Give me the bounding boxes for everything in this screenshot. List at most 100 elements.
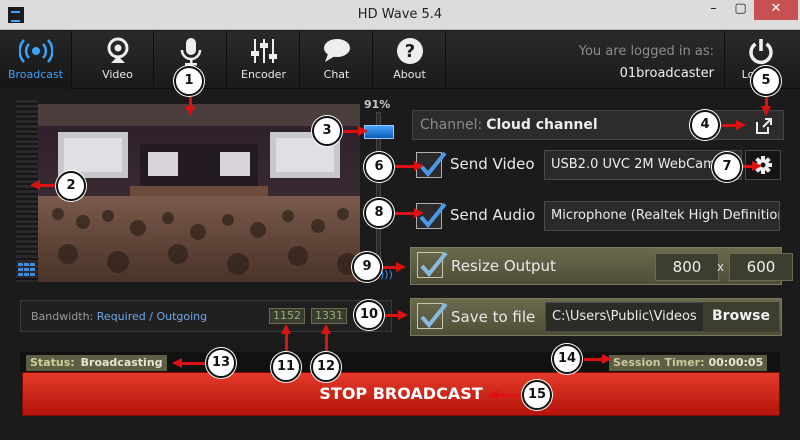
username-label: 01broadcaster bbox=[619, 66, 714, 81]
microphone-icon bbox=[180, 38, 201, 66]
window-title: HD Wave 5.4 bbox=[357, 7, 443, 22]
callout-10: 10 bbox=[354, 300, 384, 330]
audio-meter-icon bbox=[18, 263, 35, 276]
dimension-separator: x bbox=[717, 260, 725, 274]
stop-broadcast-button[interactable]: STOP BROADCAST bbox=[22, 372, 780, 416]
bandwidth-required-value: 1152 bbox=[269, 308, 305, 324]
callout-4: 4 bbox=[690, 110, 720, 140]
callout-arrow-7-head bbox=[752, 161, 762, 171]
save-to-file-row: Save to file C:\Users\Public\Videos Brow… bbox=[410, 298, 782, 336]
callout-14: 14 bbox=[552, 344, 582, 374]
callout-arrow-8 bbox=[392, 212, 416, 215]
output-width-input[interactable]: 800 bbox=[655, 253, 719, 281]
callout-arrow-14-head bbox=[602, 354, 612, 364]
close-button[interactable]: ✕ bbox=[754, 0, 798, 20]
callout-8: 8 bbox=[364, 198, 394, 228]
minimize-button[interactable]: – bbox=[700, 0, 727, 20]
callout-15: 15 bbox=[522, 380, 552, 410]
callout-arrow-2 bbox=[38, 184, 56, 187]
callout-1: 1 bbox=[174, 66, 204, 96]
resize-output-label: Resize Output bbox=[451, 257, 556, 275]
timer-value: 00:00:05 bbox=[708, 356, 764, 369]
volume-waves-icon: ))) bbox=[380, 268, 393, 281]
nav-video[interactable]: Video bbox=[82, 31, 154, 89]
send-video-label: Send Video bbox=[450, 155, 535, 173]
callout-arrow-4-head bbox=[736, 120, 746, 130]
nav-about[interactable]: ? About bbox=[374, 31, 446, 89]
broadcast-icon bbox=[18, 39, 53, 63]
bandwidth-required-label: Required bbox=[96, 310, 146, 323]
callout-7: 7 bbox=[712, 152, 742, 182]
title-bar: HD Wave 5.4 – ▢ ✕ bbox=[0, 0, 800, 30]
save-to-file-checkbox[interactable] bbox=[417, 302, 448, 329]
callout-arrow-9-head bbox=[396, 262, 406, 272]
send-audio-row: Send Audio Microphone (Realtek High Defi… bbox=[410, 199, 782, 233]
callout-arrow-6-head bbox=[414, 161, 424, 171]
nav-encoder[interactable]: Encoder bbox=[228, 31, 300, 89]
volume-slider[interactable] bbox=[364, 112, 394, 272]
bandwidth-outgoing-value: 1331 bbox=[311, 308, 347, 324]
nav-about-label: About bbox=[393, 68, 426, 81]
maximize-button[interactable]: ▢ bbox=[727, 0, 754, 20]
session-timer: Session Timer: 00:00:05 bbox=[609, 355, 768, 371]
callout-12: 12 bbox=[311, 352, 341, 382]
save-path-field[interactable]: C:\Users\Public\Videos bbox=[545, 302, 705, 332]
callout-arrow-2-head bbox=[30, 180, 40, 190]
bandwidth-panel: Bandwidth: Required / Outgoing 1152 / 13… bbox=[20, 300, 392, 332]
callout-arrow-10-head bbox=[398, 310, 408, 320]
bandwidth-title: Bandwidth: bbox=[31, 310, 94, 323]
save-to-file-label: Save to file bbox=[451, 308, 536, 326]
channel-label: Channel: Cloud channel bbox=[420, 117, 598, 133]
volume-percent: 91% bbox=[364, 98, 391, 111]
callout-11: 11 bbox=[271, 352, 301, 382]
callout-3: 3 bbox=[312, 116, 342, 146]
question-icon: ? bbox=[396, 38, 423, 64]
nav-broadcast-label: Broadcast bbox=[7, 68, 64, 81]
callout-arrow-15 bbox=[496, 394, 522, 397]
sliders-icon bbox=[250, 39, 277, 63]
chat-bubble-icon bbox=[323, 39, 350, 62]
callout-arrow-11-head bbox=[281, 324, 291, 334]
bandwidth-slash: / bbox=[149, 310, 153, 323]
callout-2: 2 bbox=[56, 171, 86, 201]
callout-arrow-3-head bbox=[358, 126, 368, 136]
audio-level-meter bbox=[16, 100, 38, 282]
callout-arrow-12-head bbox=[321, 324, 331, 334]
nav-chat[interactable]: Chat bbox=[301, 31, 373, 89]
callout-arrow-8-head bbox=[414, 208, 424, 218]
callout-9: 9 bbox=[352, 252, 382, 282]
callout-5: 5 bbox=[751, 66, 781, 96]
resize-output-row: Resize Output 800 x 600 bbox=[410, 247, 793, 285]
volume-thumb[interactable] bbox=[364, 125, 394, 140]
power-icon bbox=[748, 39, 773, 65]
callout-6: 6 bbox=[364, 152, 394, 182]
external-link-icon[interactable] bbox=[755, 117, 773, 135]
nav-video-label: Video bbox=[102, 68, 133, 81]
timer-label: Session Timer: bbox=[613, 356, 705, 369]
webcam-icon bbox=[107, 37, 128, 63]
callout-arrow-13 bbox=[180, 362, 206, 365]
callout-arrow-13-head bbox=[172, 358, 182, 368]
channel-label-text: Channel: bbox=[420, 117, 483, 133]
callout-13: 13 bbox=[206, 348, 236, 378]
login-status-label: You are logged in as: bbox=[578, 44, 714, 59]
send-audio-label: Send Audio bbox=[450, 206, 536, 224]
status-badge: Status: Broadcasting bbox=[26, 355, 167, 371]
audio-device-select[interactable]: Microphone (Realtek High Definition Audi… bbox=[544, 201, 780, 231]
callout-arrow-15-head bbox=[488, 390, 498, 400]
checkmark-icon bbox=[420, 251, 448, 278]
bandwidth-label: Bandwidth: Required / Outgoing bbox=[31, 310, 207, 323]
resize-output-checkbox[interactable] bbox=[417, 251, 448, 278]
nav-broadcast[interactable]: Broadcast bbox=[0, 31, 72, 89]
status-value: Broadcasting bbox=[80, 356, 163, 369]
main-toolbar: Broadcast Video Encoder Chat ? About You… bbox=[0, 31, 800, 89]
nav-encoder-label: Encoder bbox=[241, 68, 286, 81]
svg-text:?: ? bbox=[404, 41, 414, 62]
status-label: Status: bbox=[30, 356, 75, 369]
callout-arrow-6 bbox=[392, 165, 416, 168]
nav-chat-label: Chat bbox=[323, 68, 350, 81]
checkmark-icon bbox=[420, 302, 448, 329]
bandwidth-outgoing-label: Outgoing bbox=[156, 310, 208, 323]
output-height-input[interactable]: 600 bbox=[729, 253, 793, 281]
browse-button[interactable]: Browse bbox=[703, 302, 779, 332]
